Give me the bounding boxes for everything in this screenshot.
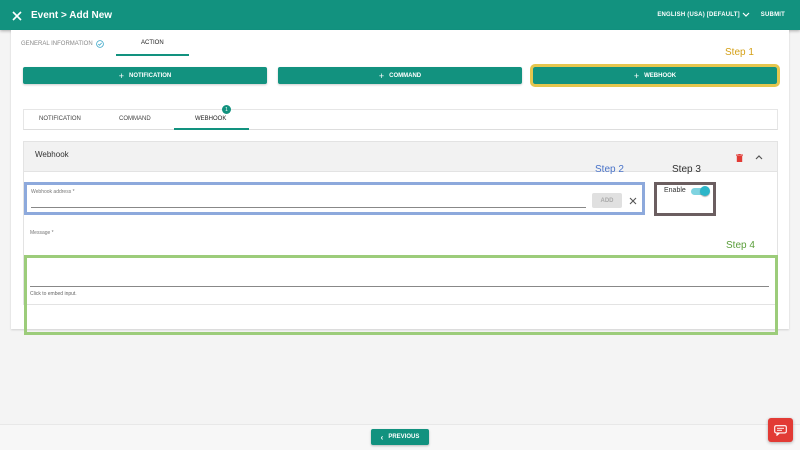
chat-icon [774, 424, 787, 436]
enable-toggle[interactable] [691, 186, 710, 196]
step2-annotation: Step 2 [595, 164, 624, 175]
step-label: GENERAL INFORMATION [21, 41, 93, 47]
plus-icon: + [378, 70, 385, 81]
webhook-address-label: Webhook address * [31, 189, 75, 195]
action-tabs: NOTIFICATION COMMAND WEBHOOK 1 [23, 105, 778, 130]
button-label: WEBHOOK [644, 72, 677, 79]
plus-icon: + [118, 70, 125, 81]
page-title: Event > Add New [31, 9, 113, 21]
submit-button[interactable]: SUBMIT [761, 12, 785, 18]
active-tab-indicator [174, 128, 249, 130]
check-circle-icon [95, 40, 104, 48]
embed-hint[interactable]: Click to embed input. [30, 291, 77, 297]
panel-title: Webhook [35, 150, 69, 159]
tab-command[interactable]: COMMAND [119, 116, 151, 122]
previous-button[interactable]: ‹ PREVIOUS [371, 429, 429, 445]
chevron-down-icon [742, 12, 750, 17]
step1-annotation: Step 1 [725, 47, 754, 58]
language-selector[interactable]: ENGLISH (USA) [DEFAULT] [657, 12, 750, 18]
active-step-indicator [116, 54, 189, 56]
step2-highlight [24, 182, 645, 215]
message-input[interactable] [30, 286, 769, 287]
step4-highlight [24, 255, 778, 335]
count-badge: 1 [222, 105, 231, 114]
add-command-button[interactable]: + COMMAND [278, 67, 522, 84]
step-label: ACTION [141, 40, 164, 46]
trash-icon[interactable] [736, 154, 743, 162]
button-label: PREVIOUS [388, 434, 420, 440]
step-general-information[interactable]: GENERAL INFORMATION [21, 40, 104, 48]
add-notification-button[interactable]: + NOTIFICATION [23, 67, 267, 84]
app-bar: Event > Add New ENGLISH (USA) [DEFAULT] … [0, 0, 800, 30]
chat-button[interactable] [768, 418, 793, 442]
language-label: ENGLISH (USA) [DEFAULT] [657, 12, 740, 18]
chevron-up-icon[interactable] [755, 154, 763, 160]
form-card: GENERAL INFORMATION ACTION + NOTIFICATIO… [11, 30, 789, 335]
add-webhook-button[interactable]: + WEBHOOK [530, 64, 780, 87]
button-label: COMMAND [389, 72, 422, 79]
close-icon[interactable] [11, 9, 23, 21]
webhook-address-input[interactable] [31, 207, 586, 208]
tab-webhook[interactable]: WEBHOOK [195, 116, 226, 122]
button-label: NOTIFICATION [129, 72, 172, 79]
wizard-steps: GENERAL INFORMATION ACTION [11, 30, 789, 58]
plus-icon: + [633, 70, 640, 81]
tab-notification[interactable]: NOTIFICATION [39, 116, 81, 122]
message-label: Message * [30, 230, 54, 236]
add-address-button[interactable]: ADD [592, 193, 622, 208]
chevron-left-icon: ‹ [380, 432, 384, 442]
step-action[interactable]: ACTION [141, 40, 164, 46]
step3-annotation: Step 3 [672, 164, 701, 175]
webhook-panel: Webhook Step 2 Step 3 Step 4 Webhook add… [23, 141, 778, 335]
enable-label: Enable [664, 187, 686, 194]
clear-icon[interactable] [629, 197, 637, 205]
step4-annotation: Step 4 [726, 240, 755, 251]
panel-header[interactable]: Webhook [24, 142, 777, 172]
toggle-knob [700, 186, 710, 196]
